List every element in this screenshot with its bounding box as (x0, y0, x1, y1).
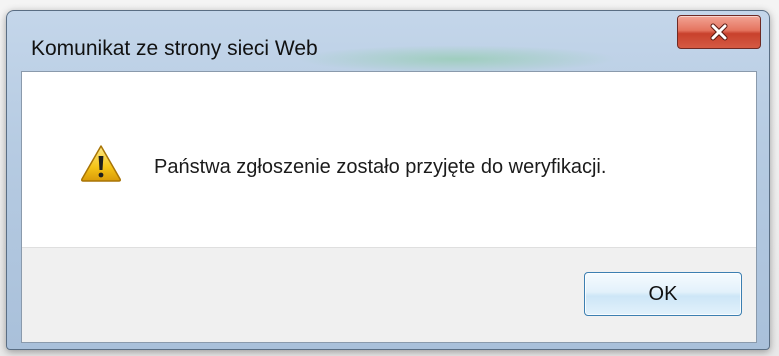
dialog-body: Państwa zgłoszenie zostało przyjęte do w… (21, 71, 757, 343)
ok-button[interactable]: OK (584, 272, 742, 316)
close-icon (710, 23, 728, 41)
dialog-title-bar[interactable]: Komunikat ze strony sieci Web (7, 11, 769, 73)
title-bar-highlight (297, 45, 617, 73)
dialog-title: Komunikat ze strony sieci Web (31, 37, 318, 60)
alert-dialog: Komunikat ze strony sieci Web Państwa zg… (6, 10, 770, 350)
button-area: OK (22, 247, 756, 342)
dialog-message: Państwa zgłoszenie zostało przyjęte do w… (154, 156, 607, 178)
warning-icon (80, 145, 122, 182)
close-button[interactable] (677, 15, 761, 49)
message-area: Państwa zgłoszenie zostało przyjęte do w… (22, 72, 756, 249)
